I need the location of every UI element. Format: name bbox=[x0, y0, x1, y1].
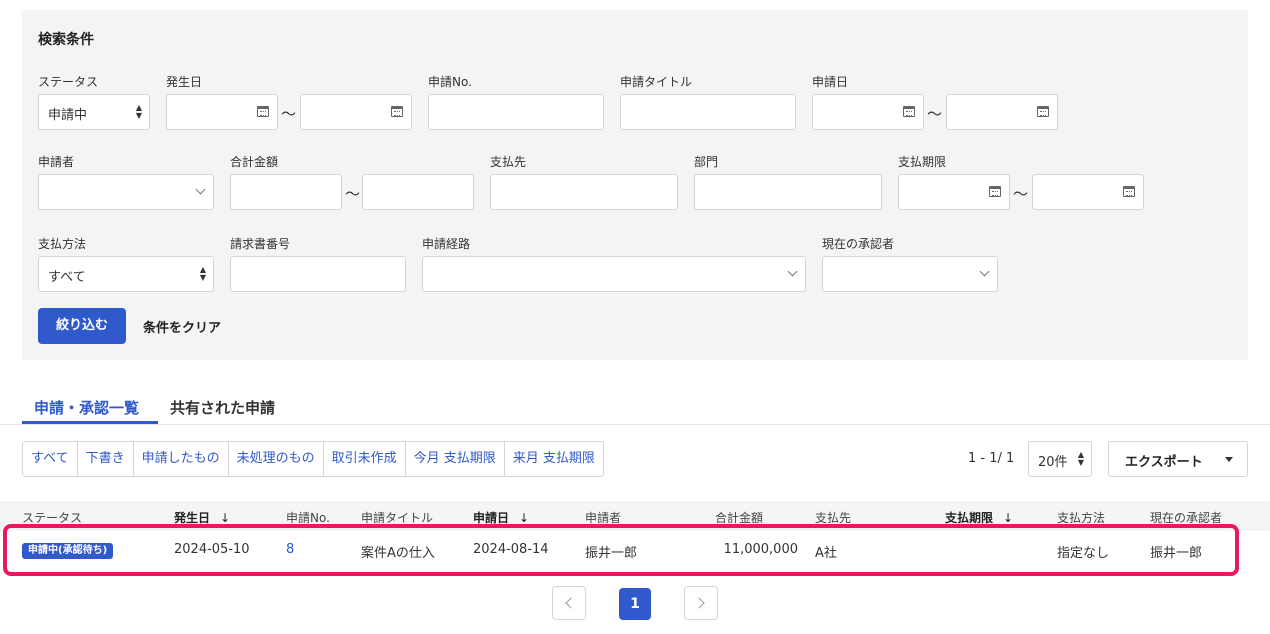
payee-label: 支払先 bbox=[490, 155, 527, 169]
export-button[interactable]: エクスポート bbox=[1108, 441, 1248, 477]
updown-icon: ▲ ▼ bbox=[135, 103, 143, 120]
calendar-icon[interactable] bbox=[257, 106, 269, 117]
applicant-label: 申請者 bbox=[38, 155, 75, 169]
range-separator: 〜 bbox=[345, 185, 361, 203]
invoice-no-input[interactable] bbox=[230, 256, 406, 292]
range-separator: 〜 bbox=[927, 105, 943, 123]
payment-due-to-input[interactable] bbox=[1032, 174, 1144, 210]
total-amount-min-input[interactable] bbox=[230, 174, 342, 210]
department-label: 部門 bbox=[694, 155, 719, 169]
tab-applications-approvals[interactable]: 申請・承認一覧 bbox=[34, 397, 139, 418]
calendar-icon[interactable] bbox=[903, 106, 915, 117]
header-occurrence-date-label: 発生日 bbox=[174, 511, 211, 525]
payment-due-from-input[interactable] bbox=[898, 174, 1010, 210]
status-select[interactable]: 申請中 ▲ ▼ bbox=[38, 94, 150, 130]
payment-due-label: 支払期限 bbox=[898, 155, 947, 169]
calendar-icon[interactable] bbox=[1123, 186, 1135, 197]
chevron-right-icon bbox=[693, 597, 705, 609]
application-no-label: 申請No. bbox=[428, 75, 472, 89]
updown-icon: ▲ ▼ bbox=[199, 265, 207, 282]
previous-page-button[interactable] bbox=[552, 586, 586, 620]
sort-arrow-icon[interactable]: ↓ bbox=[519, 511, 529, 525]
payment-method-label: 支払方法 bbox=[38, 237, 87, 251]
payee-input[interactable] bbox=[490, 174, 678, 210]
route-label: 申請経路 bbox=[422, 237, 471, 251]
payment-method-select[interactable]: すべて ▲ ▼ bbox=[38, 256, 214, 292]
calendar-icon[interactable] bbox=[391, 106, 403, 117]
calendar-icon[interactable] bbox=[989, 186, 1001, 197]
tab-shared-applications[interactable]: 共有された申請 bbox=[170, 397, 275, 418]
next-page-button[interactable] bbox=[684, 586, 718, 620]
current-page-button[interactable]: 1 bbox=[619, 588, 651, 620]
total-amount-max-input[interactable] bbox=[362, 174, 474, 210]
filter-all[interactable]: すべて bbox=[23, 442, 78, 476]
current-approver-select[interactable] bbox=[822, 256, 998, 292]
payment-method-value: すべて bbox=[48, 270, 86, 285]
chevron-down-icon bbox=[979, 266, 990, 277]
clear-conditions-button[interactable]: 条件をクリア bbox=[143, 317, 221, 336]
route-select[interactable] bbox=[422, 256, 806, 292]
filter-draft[interactable]: 下書き bbox=[78, 442, 134, 476]
export-label: エクスポート bbox=[1125, 455, 1203, 470]
range-separator: 〜 bbox=[281, 105, 297, 123]
search-title: 検索条件 bbox=[38, 32, 94, 48]
department-input[interactable] bbox=[694, 174, 882, 210]
per-page-select[interactable]: 20件 ▲ ▼ bbox=[1028, 441, 1092, 477]
pagination-range: 1 - 1/ 1 bbox=[968, 451, 1015, 466]
current-approver-label: 現在の承認者 bbox=[822, 237, 895, 251]
application-date-label: 申請日 bbox=[812, 75, 849, 89]
tab-divider bbox=[0, 424, 1270, 425]
header-application-date-label: 申請日 bbox=[473, 511, 510, 525]
calendar-icon[interactable] bbox=[1037, 106, 1049, 117]
header-due-label: 支払期限 bbox=[945, 511, 994, 525]
filter-unprocessed[interactable]: 未処理のもの bbox=[229, 442, 324, 476]
applicant-select[interactable] bbox=[38, 174, 214, 210]
chevron-down-icon bbox=[787, 266, 798, 277]
application-date-from-input[interactable] bbox=[812, 94, 924, 130]
sort-arrow-icon[interactable]: ↓ bbox=[1003, 511, 1013, 525]
search-panel: 検索条件 ステータス 申請中 ▲ ▼ 発生日 〜 申請No. 申請タイトル 申請日… bbox=[22, 10, 1248, 360]
occurrence-date-label: 発生日 bbox=[166, 75, 203, 89]
row-highlight-frame bbox=[3, 524, 1239, 576]
application-no-input[interactable] bbox=[428, 94, 604, 130]
filter-due-this-month[interactable]: 今月 支払期限 bbox=[406, 442, 505, 476]
chevron-down-icon bbox=[195, 184, 206, 195]
occurrence-date-from-input[interactable] bbox=[166, 94, 278, 130]
application-title-label: 申請タイトル bbox=[620, 75, 693, 89]
status-label: ステータス bbox=[38, 75, 99, 89]
application-title-input[interactable] bbox=[620, 94, 796, 130]
sort-arrow-icon[interactable]: ↓ bbox=[220, 511, 230, 525]
range-separator: 〜 bbox=[1013, 185, 1029, 203]
filter-my-applications[interactable]: 申請したもの bbox=[134, 442, 229, 476]
chevron-left-icon bbox=[565, 597, 577, 609]
application-date-to-input[interactable] bbox=[946, 94, 1058, 130]
occurrence-date-to-input[interactable] bbox=[300, 94, 412, 130]
filter-due-next-month[interactable]: 来月 支払期限 bbox=[505, 442, 603, 476]
status-select-value: 申請中 bbox=[48, 108, 88, 123]
filter-button[interactable]: 絞り込む bbox=[38, 308, 126, 344]
total-amount-label: 合計金額 bbox=[230, 155, 279, 169]
invoice-no-label: 請求書番号 bbox=[230, 237, 291, 251]
updown-icon: ▲ ▼ bbox=[1077, 450, 1085, 467]
per-page-value: 20件 bbox=[1038, 455, 1068, 470]
quick-filter-group: すべて 下書き 申請したもの 未処理のもの 取引未作成 今月 支払期限 来月 支… bbox=[22, 441, 604, 477]
filter-no-transaction[interactable]: 取引未作成 bbox=[324, 442, 406, 476]
caret-down-icon bbox=[1225, 457, 1233, 462]
